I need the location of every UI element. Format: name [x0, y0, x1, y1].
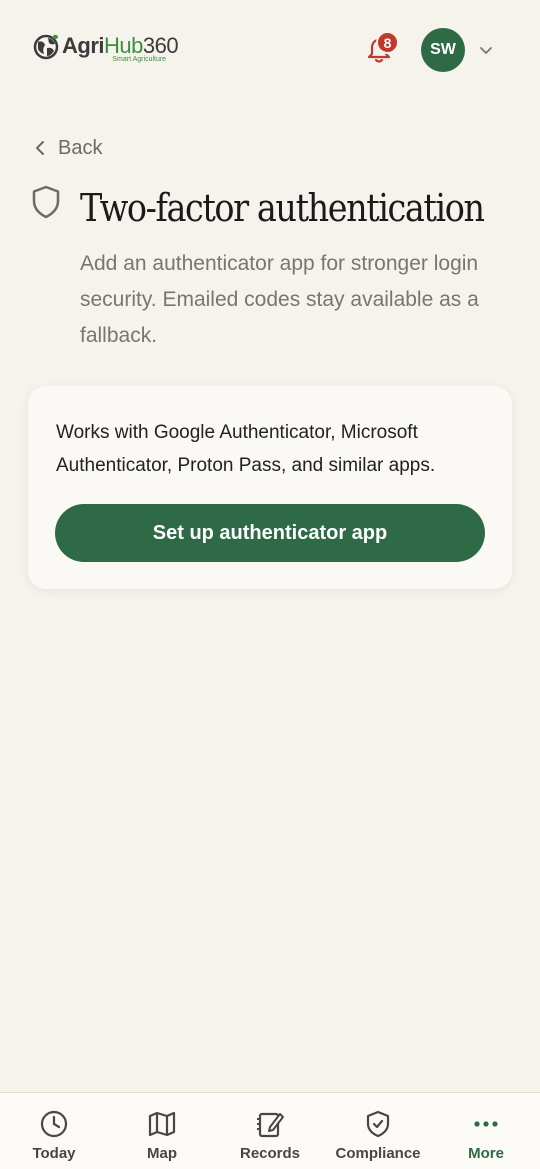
tab-today[interactable]: Today: [0, 1093, 108, 1169]
page-title: Two-factor authentication: [80, 186, 485, 230]
logo-hub: Hub: [104, 33, 143, 58]
app-header: AgriHub360 Smart Agriculture 8 SW: [0, 0, 540, 100]
more-dots-icon: [474, 1121, 498, 1127]
globe-icon: [33, 34, 59, 60]
tab-label-map: Map: [147, 1145, 177, 1162]
tab-label-more: More: [468, 1145, 504, 1162]
tab-label-today: Today: [32, 1145, 76, 1162]
app-logo[interactable]: AgriHub360 Smart Agriculture: [32, 32, 182, 68]
tab-records[interactable]: Records: [216, 1093, 324, 1169]
tab-label-compliance: Compliance: [335, 1145, 421, 1162]
notebook-icon: [257, 1112, 284, 1138]
chevron-left-icon: [36, 141, 44, 155]
page-subtitle: Add an authenticator app for stronger lo…: [80, 252, 479, 347]
logo-tagline: Smart Agriculture: [112, 56, 167, 63]
tab-label-records: Records: [239, 1145, 301, 1162]
back-link[interactable]: Back: [32, 134, 102, 162]
back-label: Back: [58, 136, 103, 159]
tab-map[interactable]: Map: [108, 1093, 216, 1169]
bottom-tab-bar: Today Map Records Compliance More: [0, 1092, 540, 1169]
clock-icon: [40, 1110, 68, 1138]
logo-360: 360: [142, 33, 179, 58]
authenticator-card: Works with Google Authenticator, Microso…: [28, 386, 512, 589]
tab-compliance[interactable]: Compliance: [324, 1093, 432, 1169]
setup-authenticator-button[interactable]: Set up authenticator app: [55, 504, 485, 562]
notification-badge: 8: [376, 31, 399, 54]
shield-check-icon: [366, 1110, 390, 1138]
logo-agri: Agri: [62, 33, 105, 58]
tab-more[interactable]: More: [432, 1093, 540, 1169]
card-description: Works with Google Authenticator, Microso…: [56, 422, 436, 476]
map-icon: [148, 1111, 176, 1137]
chevron-down-icon[interactable]: [478, 42, 494, 58]
user-avatar[interactable]: SW: [421, 28, 465, 72]
shield-icon: [32, 185, 60, 219]
